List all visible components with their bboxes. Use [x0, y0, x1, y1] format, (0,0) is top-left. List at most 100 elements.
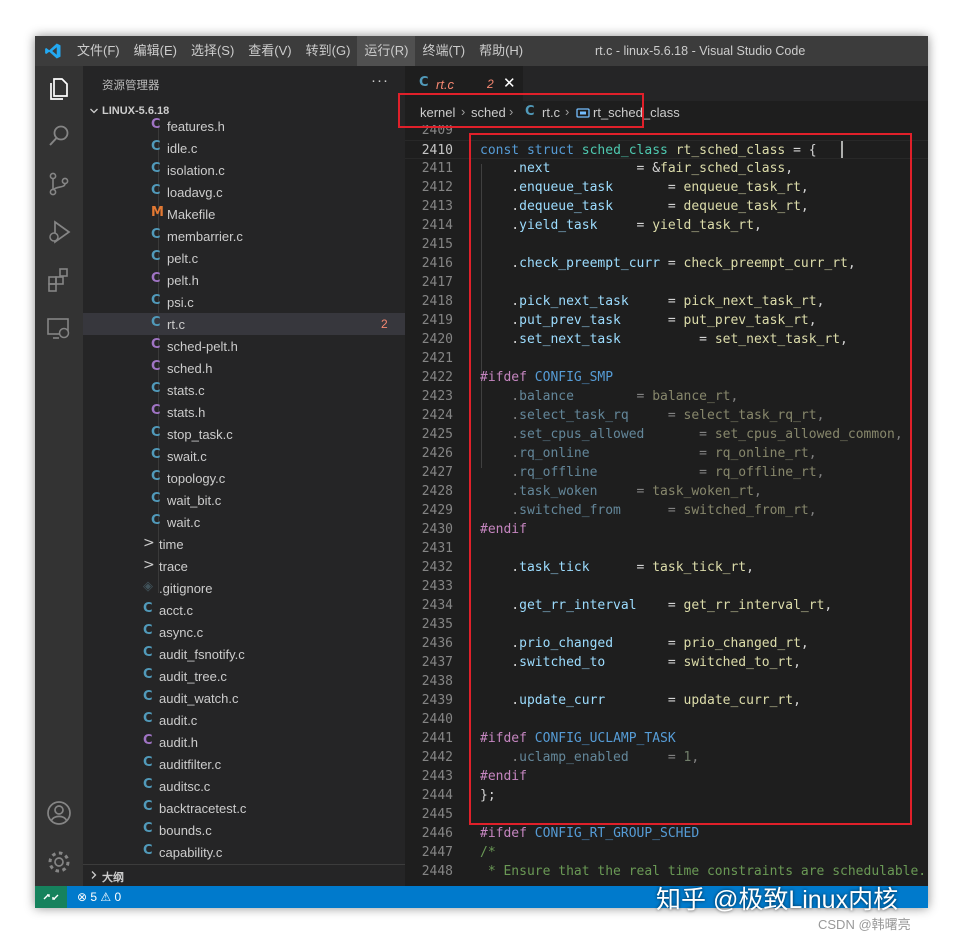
menu-item-4[interactable]: 转到(G) — [299, 36, 358, 66]
file-item[interactable]: Cpelt.c — [83, 247, 405, 269]
file-name: pelt.c — [167, 251, 199, 266]
explorer-icon[interactable] — [45, 74, 73, 102]
c-file-icon: C — [151, 491, 161, 506]
line-number: 2427 — [421, 465, 453, 480]
file-item[interactable]: Cacct.c — [83, 599, 405, 621]
file-item[interactable]: Cswait.c — [83, 445, 405, 467]
file-item[interactable]: Ccapability.c — [83, 841, 405, 863]
vscode-logo-icon[interactable] — [44, 42, 62, 60]
file-item[interactable]: Cloadavg.c — [83, 181, 405, 203]
file-item[interactable]: ◈ .gitignore — [83, 577, 405, 599]
file-name: audit.h — [159, 735, 199, 750]
extensions-icon[interactable] — [45, 266, 73, 294]
file-name: sched.h — [167, 361, 213, 376]
line-number: 2413 — [421, 199, 453, 214]
file-item[interactable]: Caudit_watch.c — [83, 687, 405, 709]
line-number: 2422 — [421, 370, 453, 385]
file-item[interactable]: Cstats.h — [83, 401, 405, 423]
file-item[interactable]: Cstop_task.c — [83, 423, 405, 445]
file-name: swait.c — [167, 449, 207, 464]
folder-item[interactable]: > time — [83, 533, 405, 555]
run-debug-icon[interactable] — [45, 218, 73, 246]
file-item[interactable]: M Makefile — [83, 203, 405, 225]
line-number: 2416 — [421, 256, 453, 271]
file-item[interactable]: Caudit.h — [83, 731, 405, 753]
line-number: 2435 — [421, 617, 453, 632]
line-number: 2411 — [421, 161, 453, 176]
settings-gear-icon[interactable] — [45, 848, 73, 876]
watermark: CSDN @韩曙亮 — [818, 917, 911, 932]
file-item[interactable]: Cidle.c — [83, 137, 405, 159]
code-text: /* — [480, 843, 496, 862]
line-number: 2443 — [421, 769, 453, 784]
line-number: 2431 — [421, 541, 453, 556]
menu-item-5[interactable]: 运行(R) — [357, 36, 416, 66]
more-actions-button[interactable]: ··· — [371, 72, 389, 89]
file-name: sched-pelt.h — [167, 339, 238, 354]
file-item[interactable]: Casync.c — [83, 621, 405, 643]
file-item[interactable]: Caudit_tree.c — [83, 665, 405, 687]
make-file-icon: M — [151, 205, 164, 220]
line-number: 2419 — [421, 313, 453, 328]
menu-item-2[interactable]: 选择(S) — [184, 36, 241, 66]
file-item[interactable]: Cauditsc.c — [83, 775, 405, 797]
file-item[interactable]: Cauditfilter.c — [83, 753, 405, 775]
line-number: 2415 — [421, 237, 453, 252]
file-item[interactable]: Cwait_bit.c — [83, 489, 405, 511]
source-control-icon[interactable] — [45, 170, 73, 198]
line-number: 2444 — [421, 788, 453, 803]
remote-indicator[interactable] — [35, 886, 67, 908]
file-item[interactable]: Cpsi.c — [83, 291, 405, 313]
file-item[interactable]: Crt.c 2 — [83, 313, 405, 335]
c-file-icon: C — [143, 755, 153, 770]
file-item[interactable]: Cisolation.c — [83, 159, 405, 181]
c-file-icon: C — [143, 711, 153, 726]
file-name: Makefile — [167, 207, 216, 222]
file-name: idle.c — [167, 141, 198, 156]
line-number: 2442 — [421, 750, 453, 765]
code-line: 2448 * Ensure that the real time constra… — [405, 862, 928, 881]
vscode-window: 文件(F) 编辑(E) 选择(S) 查看(V) 转到(G) 运行(R) 终端(T) 帮助(H)… — [35, 36, 928, 908]
account-icon[interactable] — [45, 799, 73, 827]
menu-item-1[interactable]: 编辑(E) — [127, 36, 184, 66]
file-item[interactable]: Csched.h — [83, 357, 405, 379]
h-file-icon: C — [151, 337, 161, 352]
file-name: bounds.c — [159, 823, 212, 838]
file-item[interactable]: Cmembarrier.c — [83, 225, 405, 247]
file-item[interactable]: Cfeatures.h — [83, 115, 405, 137]
tab-problem-count: 2 — [487, 77, 494, 91]
c-file-icon: C — [143, 799, 153, 814]
line-number: 2448 — [421, 864, 453, 879]
file-name: loadavg.c — [167, 185, 223, 200]
file-name: audit_tree.c — [159, 669, 227, 684]
file-name: async.c — [159, 625, 204, 640]
line-number: 2425 — [421, 427, 453, 442]
menu-item-3[interactable]: 查看(V) — [241, 36, 298, 66]
title-bar: 文件(F) 编辑(E) 选择(S) 查看(V) 转到(G) 运行(R) 终端(T) 帮助(H)… — [35, 36, 928, 66]
menu-item-0[interactable]: 文件(F) — [70, 36, 127, 66]
file-item[interactable]: Caudit.c — [83, 709, 405, 731]
file-item[interactable]: Ctopology.c — [83, 467, 405, 489]
file-item[interactable]: Csched-pelt.h — [83, 335, 405, 357]
file-item[interactable]: Cstats.c — [83, 379, 405, 401]
menu-item-6[interactable]: 终端(T) — [415, 36, 472, 66]
outline-section-header[interactable]: 大纲 — [83, 864, 405, 886]
file-item[interactable]: Cbounds.c — [83, 819, 405, 841]
line-number: 2421 — [421, 351, 453, 366]
explorer-header: 资源管理器 ··· — [83, 66, 405, 101]
file-item[interactable]: Cwait.c — [83, 511, 405, 533]
c-file-icon: C — [151, 315, 161, 330]
file-item[interactable]: Cpelt.h — [83, 269, 405, 291]
menu-item-7[interactable]: 帮助(H) — [472, 36, 530, 66]
problems-status[interactable]: ⊗ 5 ⚠ 0 — [77, 890, 121, 904]
file-name: membarrier.c — [167, 229, 243, 244]
file-item[interactable]: Caudit_fsnotify.c — [83, 643, 405, 665]
tab-close-button[interactable]: ✕ — [503, 74, 516, 92]
file-item[interactable]: Cbacktracetest.c — [83, 797, 405, 819]
search-icon[interactable] — [45, 122, 73, 150]
remote-explorer-icon[interactable] — [45, 314, 73, 342]
file-name: auditfilter.c — [159, 757, 222, 772]
file-name: time — [159, 537, 184, 552]
folder-item[interactable]: > trace — [83, 555, 405, 577]
h-file-icon: C — [151, 117, 161, 132]
